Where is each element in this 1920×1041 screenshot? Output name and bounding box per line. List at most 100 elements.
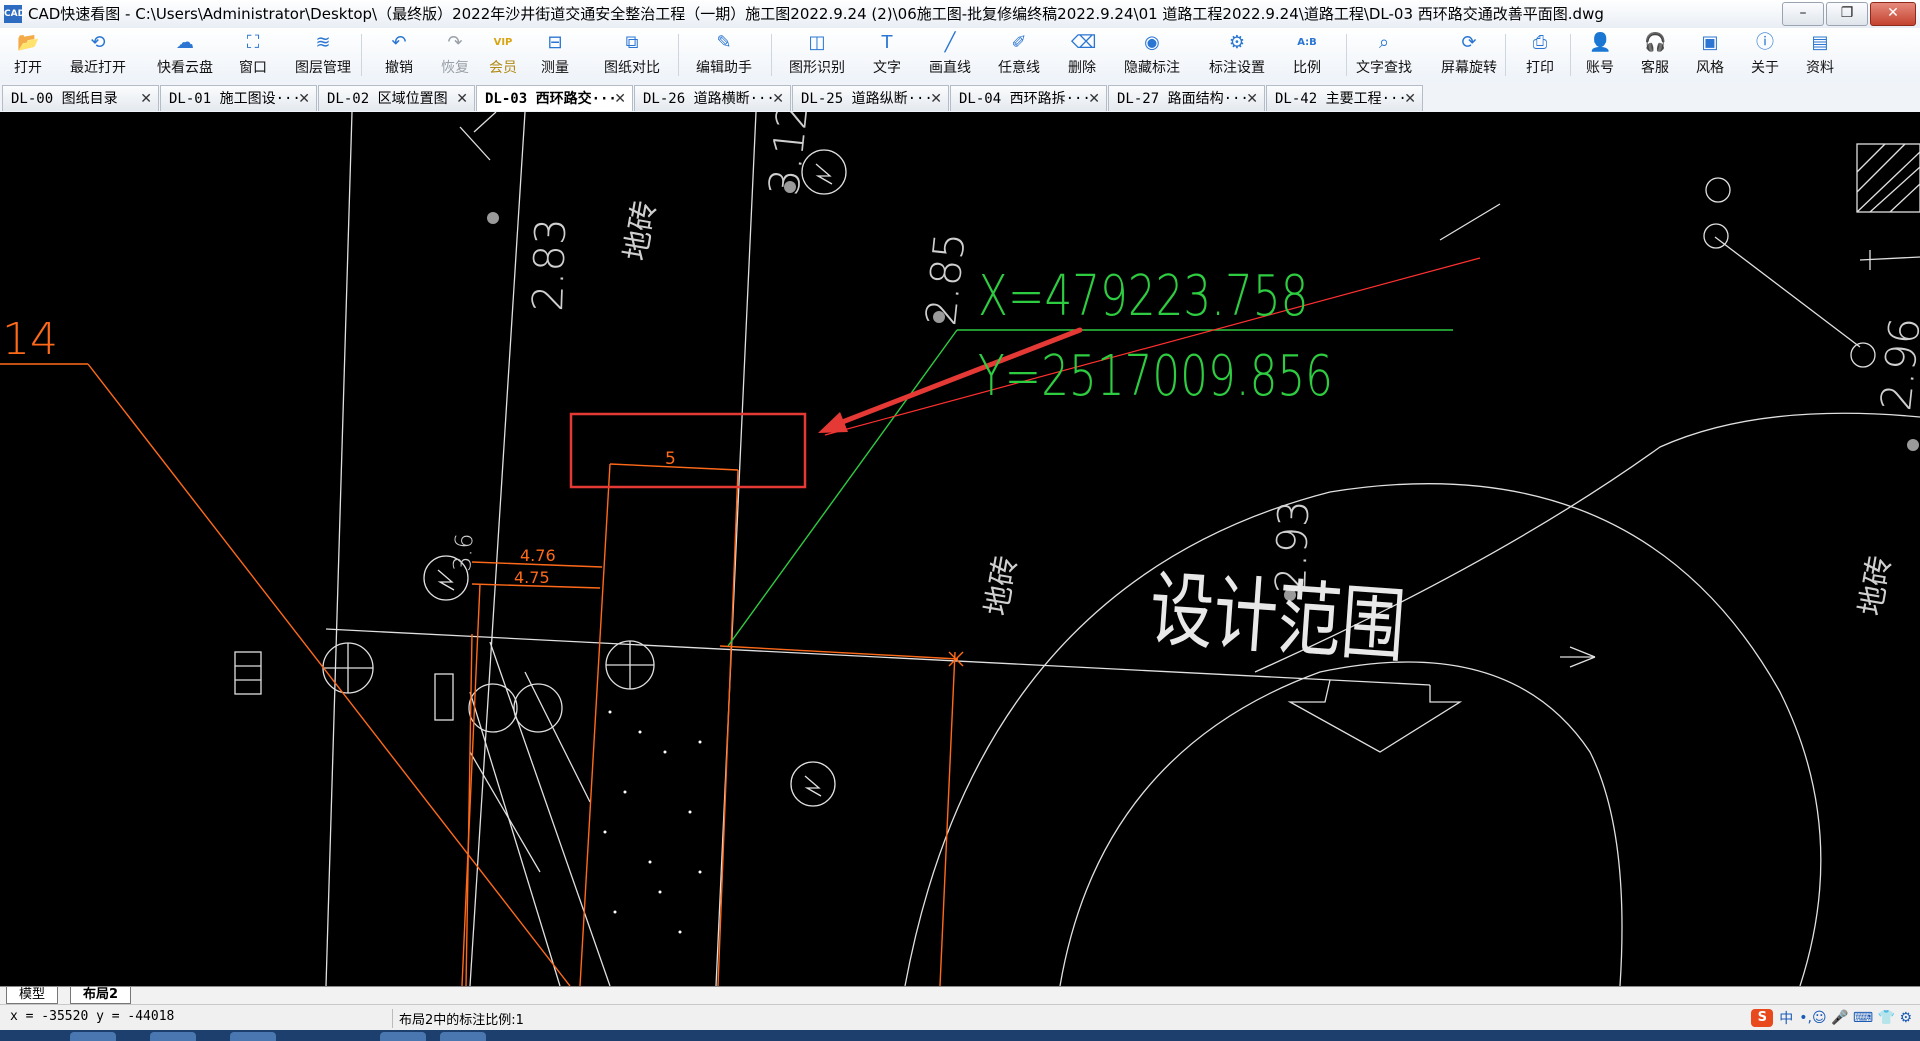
toolbar-button-eye-hide[interactable]: ◉ 隐藏标注 [1122, 28, 1182, 82]
dimension-5-text: 5 [665, 449, 676, 469]
toolbar-label: 图层管理 [295, 60, 351, 76]
taskbar-item[interactable] [380, 1032, 426, 1041]
toolbar-separator [678, 34, 679, 76]
headset-icon: 🎧 [1644, 32, 1667, 53]
cad-drawing-canvas[interactable]: X=479223.758 Y=2517009.856 5 4.76 4.75 1… [0, 112, 1920, 986]
coordinate-y-text: Y=2517009.856 [978, 343, 1333, 409]
elevation-312-text: 3.12 [759, 112, 818, 198]
document-tab[interactable]: DL-03 西环路交··· ✕ [476, 85, 633, 111]
toolbar-button-scale[interactable]: A:B 比例 [1277, 28, 1337, 82]
document-tab[interactable]: DL-04 西环路拆··· ✕ [950, 85, 1107, 111]
close-tab-icon[interactable]: ✕ [930, 86, 942, 111]
toolbar-label: 测量 [541, 60, 569, 76]
hatch-dots [603, 710, 702, 934]
redo-icon: ↷ [447, 32, 463, 53]
toolbar-button-text[interactable]: T 文字 [857, 28, 917, 82]
document-tab-label: DL-26 道路横断··· [643, 91, 775, 107]
toolbar-button-annotation-settings[interactable]: ⚙ 标注设置 [1207, 28, 1267, 82]
toolbar-label: 编辑助手 [696, 60, 752, 76]
close-tab-icon[interactable]: ✕ [298, 86, 310, 111]
toolbar-button-cloud[interactable]: ☁ 快看云盘 [155, 28, 215, 82]
dimension-475-text: 4.75 [514, 568, 550, 587]
close-tab-icon[interactable]: ✕ [614, 86, 626, 111]
toolbar-button-text-search[interactable]: ⌕ 文字查找 [1354, 28, 1414, 82]
layers-icon: ≋ [315, 32, 331, 53]
taskbar-item[interactable] [150, 1032, 196, 1041]
line-icon: ╱ [944, 32, 956, 53]
toolbar-button-shape-recognize[interactable]: ◫ 图形识别 [787, 28, 847, 82]
toolbar-label: 最近打开 [70, 60, 126, 76]
toolbar-button-compare[interactable]: ⧉ 图纸对比 [602, 28, 662, 82]
taskbar-item[interactable] [70, 1032, 116, 1041]
brick-label-1: 地砖 [618, 198, 663, 263]
document-tab-label: DL-00 图纸目录 [11, 91, 118, 107]
cursor-coordinates: x = -35520 y = -44018 [10, 1009, 175, 1024]
close-tab-icon[interactable]: ✕ [140, 86, 152, 111]
toolbar-button-line[interactable]: ╱ 画直线 [920, 28, 980, 82]
sogou-logo-icon: S [1751, 1009, 1774, 1027]
layout-tab-model[interactable]: 模型 [6, 987, 59, 1004]
taskbar-item[interactable] [230, 1032, 276, 1041]
document-tab[interactable]: DL-27 路面结构··· ✕ [1108, 85, 1265, 111]
toolbar-separator [361, 34, 362, 76]
window-controls: – ❐ ✕ [1780, 2, 1916, 26]
toolbar-button-headset[interactable]: 🎧 客服 [1625, 28, 1685, 82]
toolbar-label: 图形识别 [789, 60, 845, 76]
highlight-arrow-head [818, 412, 848, 433]
toolbar-button-user[interactable]: 👤 账号 [1570, 28, 1630, 82]
print-icon: ⎙ [1532, 32, 1548, 53]
close-tab-icon[interactable]: ✕ [1404, 86, 1416, 111]
taskbar-item[interactable] [440, 1032, 486, 1041]
toolbar-button-pen[interactable]: ✐ 任意线 [989, 28, 1049, 82]
toolbar-button-eraser[interactable]: ⌫ 删除 [1052, 28, 1112, 82]
eraser-icon: ⌫ [1071, 32, 1097, 53]
layout-tab-layout2[interactable]: 布局2 [70, 987, 132, 1004]
document-tab[interactable]: DL-01 施工图设··· ✕ [160, 85, 317, 111]
clock-icon: ⟲ [90, 32, 106, 53]
toolbar-button-clock[interactable]: ⟲ 最近打开 [68, 28, 128, 82]
toolbar-button-info[interactable]: ⓘ 关于 [1735, 28, 1795, 82]
window-title: CAD快速看图 - C:\Users\Administrator\Desktop… [28, 5, 1604, 23]
close-tab-icon[interactable]: ✕ [456, 86, 468, 111]
close-tab-icon[interactable]: ✕ [772, 86, 784, 111]
toolbar-button-vip[interactable]: VIP 会员 [473, 28, 533, 82]
toolbar-button-docs[interactable]: ▤ 资料 [1790, 28, 1850, 82]
ime-tool-icons[interactable]: •,☺ 🎤 ⌨ 👕 ⚙ [1799, 1010, 1912, 1026]
document-tab[interactable]: DL-42 主要工程··· ✕ [1266, 85, 1423, 111]
restore-button[interactable]: ❐ [1826, 2, 1868, 26]
toolbar-button-undo[interactable]: ↶ 撤销 [369, 28, 429, 82]
ime-language-label[interactable]: 中 [1779, 1008, 1793, 1028]
ime-toolbar[interactable]: S 中 •,☺ 🎤 ⌨ 👕 ⚙ [1751, 1007, 1912, 1029]
close-tab-icon[interactable]: ✕ [1246, 86, 1258, 111]
document-tab[interactable]: DL-00 图纸目录 ✕ [2, 85, 159, 111]
toolbar-button-style[interactable]: ▣ 风格 [1680, 28, 1740, 82]
toolbar-label: 打开 [14, 60, 42, 76]
document-tab-label: DL-04 西环路拆··· [959, 91, 1091, 107]
toolbar-separator [1570, 34, 1571, 76]
toolbar-button-window[interactable]: ⛶ 窗口 [223, 28, 283, 82]
document-tab-label: DL-02 区域位置图 [327, 91, 448, 107]
highlight-box [569, 412, 807, 489]
minimize-button[interactable]: – [1782, 2, 1824, 26]
close-button[interactable]: ✕ [1870, 2, 1916, 26]
toolbar-button-edit-assistant[interactable]: ✎ 编辑助手 [694, 28, 754, 82]
document-tab[interactable]: DL-02 区域位置图 ✕ [318, 85, 475, 111]
road-linework [234, 112, 1920, 986]
close-tab-icon[interactable]: ✕ [1088, 86, 1100, 111]
station-14-text: 14 [2, 314, 58, 365]
toolbar-button-folder[interactable]: 📂 打开 [0, 28, 58, 82]
toolbar-label: 屏幕旋转 [1441, 60, 1497, 76]
toolbar-button-rotate[interactable]: ⟳ 屏幕旋转 [1439, 28, 1499, 82]
text-icon: T [881, 32, 893, 53]
toolbar-button-print[interactable]: ⎙ 打印 [1510, 28, 1570, 82]
layout-tab-bar: 模型 布局2 [0, 986, 1920, 1005]
toolbar-label: 文字查找 [1356, 60, 1412, 76]
document-tab[interactable]: DL-26 道路横断··· ✕ [634, 85, 791, 111]
toolbar-button-ruler[interactable]: ⊟ 测量 [525, 28, 585, 82]
document-tab[interactable]: DL-25 道路纵断··· ✕ [792, 85, 949, 111]
undo-icon: ↶ [391, 32, 407, 53]
toolbar-button-layers[interactable]: ≋ 图层管理 [293, 28, 353, 82]
toolbar-label: 会员 [489, 60, 517, 76]
status-bar: x = -35520 y = -44018 布局2中的标注比例:1 S 中 •,… [0, 1004, 1920, 1031]
text-search-icon: ⌕ [1378, 32, 1390, 53]
